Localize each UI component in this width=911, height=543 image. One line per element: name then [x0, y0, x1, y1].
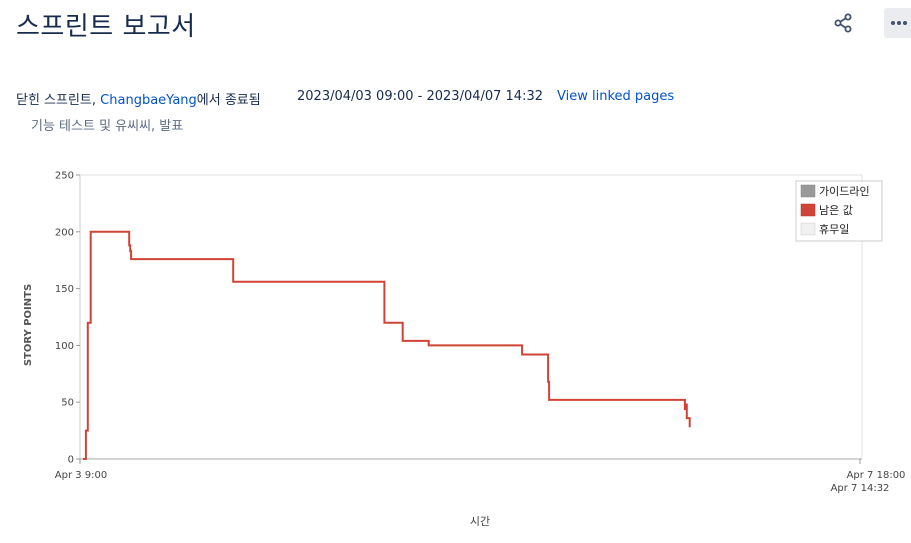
remaining-value-line: [83, 230, 691, 460]
x-end-label-2: Apr 7 14:32: [831, 483, 890, 494]
sprint-status: 닫힌 스프린트, ChangbaeYang에서 종료됨: [16, 89, 261, 108]
legend-swatch-nonworking: [800, 222, 816, 236]
y-tick-label: 50: [61, 398, 74, 409]
y-axis-title: STORY POINTS: [23, 284, 34, 366]
x-end-label: Apr 7 18:00: [847, 470, 906, 481]
sprint-goal: 기능 테스트 및 유씨씨, 발표: [31, 119, 184, 134]
y-tick-label: 100: [55, 341, 74, 352]
share-button[interactable]: [828, 8, 858, 38]
view-linked-pages-link[interactable]: View linked pages: [557, 89, 674, 104]
share-icon: [834, 13, 852, 33]
more-icon: [891, 21, 907, 25]
legend-swatch-guideline: [800, 184, 816, 198]
sprint-date-range: 2023/04/03 09:00 - 2023/04/07 14:32: [297, 89, 544, 104]
more-actions-button[interactable]: [884, 8, 911, 38]
sprint-status-suffix: 에서 종료됨: [196, 93, 261, 108]
legend-label-remaining: 남은 값: [819, 204, 853, 217]
y-tick-label: 0: [68, 455, 74, 466]
sprint-status-prefix: 닫힌 스프린트,: [16, 93, 101, 108]
legend-swatch-remaining: [800, 203, 816, 217]
page-title: 스프린트 보고서: [16, 12, 196, 42]
burndown-chart: 0 50 100 150 200 250 Apr 3 9:00 Apr 7 18:00 A…: [23, 171, 906, 529]
y-tick-label: 150: [55, 284, 74, 295]
x-axis-title: 시간: [470, 515, 490, 528]
sprint-user-link[interactable]: ChangbaeYang: [100, 93, 197, 108]
chart-legend: 가이드라인 남은 값 휴무일: [795, 180, 883, 242]
y-tick-label: 200: [55, 227, 74, 238]
x-start-label: Apr 3 9:00: [55, 470, 107, 481]
y-tick-label: 250: [55, 171, 74, 182]
legend-label-guideline: 가이드라인: [819, 185, 870, 198]
legend-label-nonworking: 휴무일: [819, 222, 849, 236]
